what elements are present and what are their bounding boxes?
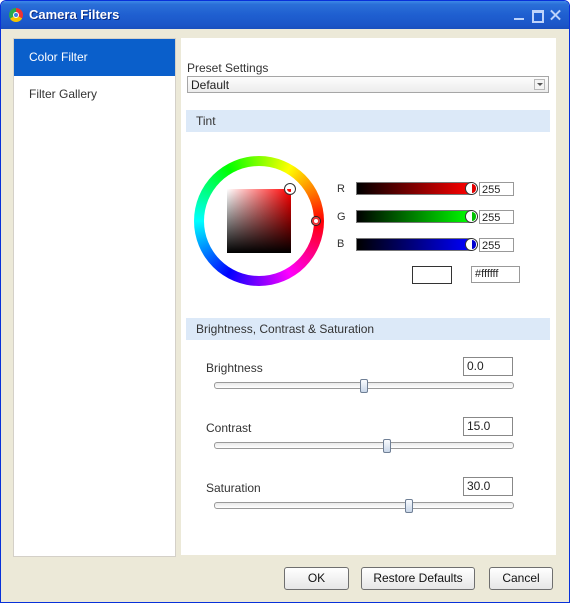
contrast-slider[interactable] xyxy=(214,442,514,449)
minimize-icon[interactable] xyxy=(511,7,527,23)
brightness-slider-thumb[interactable] xyxy=(360,379,368,393)
window-title: Camera Filters xyxy=(29,7,120,22)
maximize-icon[interactable] xyxy=(529,7,545,23)
r-channel-knob[interactable]: .k-r::after{background:#e00;} xyxy=(465,182,478,195)
saturation-slider[interactable] xyxy=(214,502,514,509)
preset-select[interactable]: Default xyxy=(187,76,549,93)
b-channel-slider[interactable] xyxy=(356,238,472,251)
saturation-label: Saturation xyxy=(206,481,261,495)
sidebar: Color Filter Filter Gallery xyxy=(13,38,176,557)
g-channel-slider[interactable] xyxy=(356,210,472,223)
saturation-input[interactable]: 30.0 xyxy=(463,477,513,496)
title-bar[interactable]: Camera Filters xyxy=(1,1,569,29)
g-channel-label: G xyxy=(337,211,346,223)
close-icon[interactable] xyxy=(547,7,563,23)
content-panel: Preset Settings Default Tint R .k-r::aft… xyxy=(181,38,556,555)
bcs-section-header: Brightness, Contrast & Saturation xyxy=(186,318,550,340)
camera-filters-window: Camera Filters Color Filter Filter Galle… xyxy=(0,0,570,603)
tint-color-swatch[interactable] xyxy=(412,266,452,284)
g-channel-knob[interactable] xyxy=(465,210,478,223)
chevron-down-icon[interactable] xyxy=(534,79,545,90)
sv-picker-handle[interactable] xyxy=(284,183,296,195)
brightness-input[interactable]: 0.0 xyxy=(463,357,513,376)
contrast-label: Contrast xyxy=(206,421,252,435)
brightness-label: Brightness xyxy=(206,361,263,375)
g-value-input[interactable]: 255 xyxy=(479,210,514,224)
r-value-input[interactable]: 255 xyxy=(479,182,514,196)
sidebar-item-color-filter[interactable]: Color Filter xyxy=(14,39,175,76)
saturation-value-square[interactable] xyxy=(227,189,291,253)
r-channel-slider[interactable] xyxy=(356,182,472,195)
sidebar-item-filter-gallery[interactable]: Filter Gallery xyxy=(14,76,175,113)
r-channel-label: R xyxy=(337,183,345,195)
hex-color-input[interactable]: #ffffff xyxy=(471,266,520,283)
ok-button[interactable]: OK xyxy=(284,567,349,590)
contrast-input[interactable]: 15.0 xyxy=(463,417,513,436)
contrast-slider-thumb[interactable] xyxy=(382,439,391,453)
preset-settings-label: Preset Settings xyxy=(187,61,269,75)
b-value-input[interactable]: 255 xyxy=(479,238,514,252)
preset-value: Default xyxy=(191,78,230,92)
b-channel-knob[interactable] xyxy=(465,238,478,251)
app-icon xyxy=(9,8,23,22)
saturation-slider-thumb[interactable] xyxy=(405,499,413,513)
b-channel-label: B xyxy=(337,238,345,250)
tint-section-header: Tint xyxy=(186,110,550,132)
hue-picker-handle[interactable] xyxy=(311,216,321,226)
cancel-button[interactable]: Cancel xyxy=(489,567,553,590)
restore-defaults-button[interactable]: Restore Defaults xyxy=(361,567,475,590)
